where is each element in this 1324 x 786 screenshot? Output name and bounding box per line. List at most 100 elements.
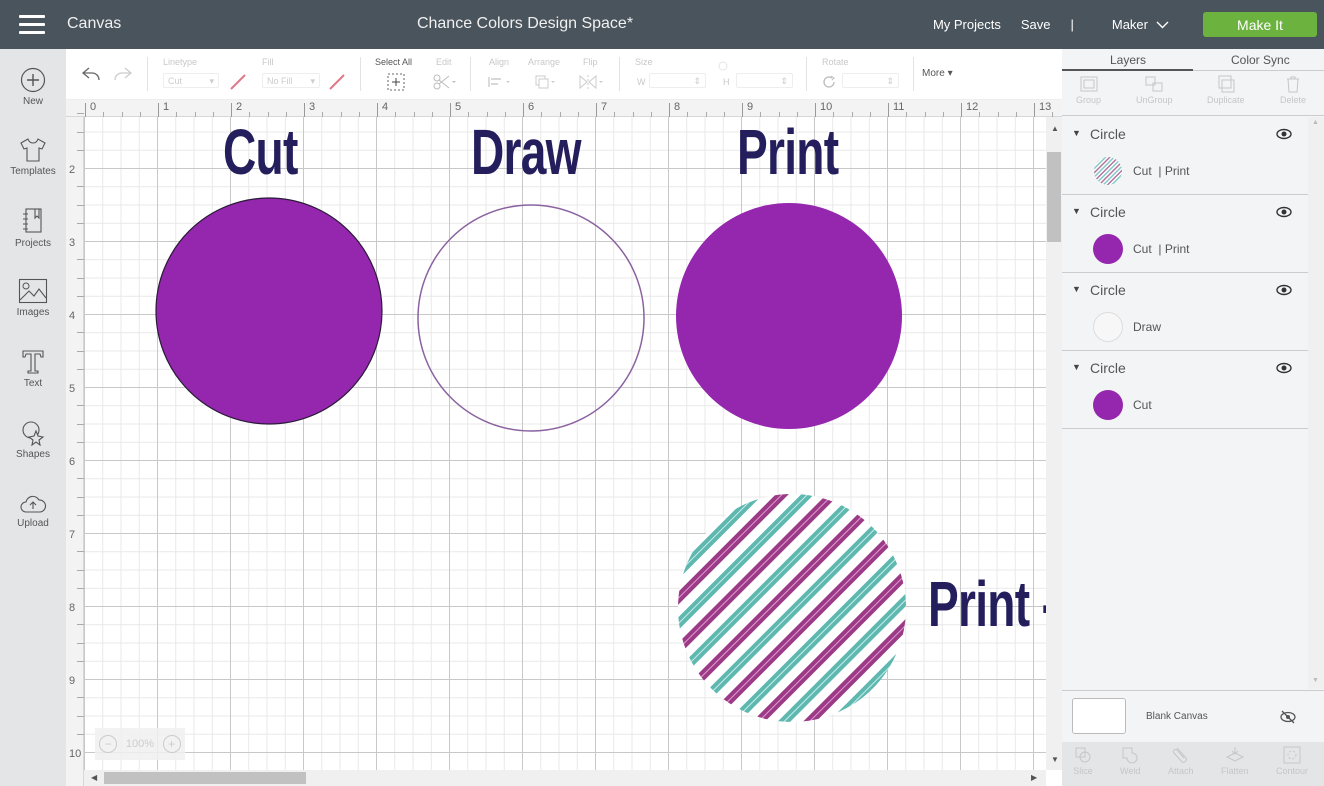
layer-item[interactable]: ▼ Circle Cut | Print	[1062, 195, 1308, 273]
caret-down-icon[interactable]: ▼	[1072, 362, 1081, 372]
ungroup-label: UnGroup	[1136, 95, 1173, 105]
select-all-icon[interactable]	[387, 73, 405, 91]
eye-icon[interactable]	[1276, 128, 1292, 140]
contour-button[interactable]: Contour	[1276, 746, 1308, 776]
layers-list: ▼ Circle Cut | Print ▼ Circle Cut | Prin…	[1062, 117, 1308, 429]
op-label: Cut	[1133, 242, 1152, 256]
nav-projects[interactable]: Projects	[0, 207, 66, 249]
weld-button[interactable]: Weld	[1120, 746, 1140, 776]
trash-icon	[1287, 76, 1299, 93]
scroll-up-arrow[interactable]: ▲	[1051, 124, 1059, 133]
flatten-icon	[1225, 747, 1244, 762]
layer-item[interactable]: ▼ Circle Draw	[1062, 273, 1308, 351]
attach-button[interactable]: Attach	[1168, 746, 1194, 776]
circle-print[interactable]	[676, 203, 902, 429]
rotate-input[interactable]: ⇕	[842, 73, 899, 88]
eye-icon[interactable]	[1276, 206, 1292, 218]
linetype-select[interactable]: Cut ▾	[163, 73, 219, 88]
layer-name: Circle	[1090, 360, 1126, 376]
make-it-button[interactable]: Make It	[1203, 12, 1317, 37]
caret-down-icon[interactable]: ▼	[1072, 284, 1081, 294]
op-label: Cut	[1133, 164, 1152, 178]
text-icon	[22, 350, 44, 374]
canvas-horizontal-scrollbar[interactable]: ◀ ▶	[84, 770, 1046, 786]
fill-select[interactable]: No Fill ▾	[262, 73, 320, 88]
nav-label: New	[22, 96, 43, 107]
linetype-label: Linetype	[163, 57, 198, 67]
duplicate-icon	[1218, 75, 1235, 93]
caret-down-icon[interactable]: ▼	[1072, 206, 1081, 216]
ruler-minor-tick	[77, 569, 84, 571]
tab-color-sync[interactable]: Color Sync	[1231, 53, 1290, 67]
layer-item[interactable]: ▼ Circle Cut | Print	[1062, 117, 1308, 195]
ruler-minor-tick	[77, 624, 84, 626]
flatten-button[interactable]: Flatten	[1221, 746, 1249, 776]
nav-upload[interactable]: Upload	[0, 493, 66, 529]
zoom-out-button[interactable]: −	[99, 735, 118, 753]
scroll-down-arrow[interactable]: ▼	[1051, 755, 1059, 764]
nav-text[interactable]: Text	[0, 349, 66, 389]
fill-color-swatch[interactable]	[328, 73, 346, 91]
canvas-color-swatch[interactable]	[1072, 698, 1126, 734]
eye-icon[interactable]	[1276, 362, 1292, 374]
canvas-vertical-scrollbar[interactable]: ▲ ▼	[1046, 117, 1062, 770]
op2-label: Print	[1164, 242, 1190, 256]
circle-print-pattern[interactable]	[674, 492, 914, 732]
delete-button[interactable]: Delete	[1280, 75, 1306, 105]
flip-icon[interactable]	[578, 74, 606, 90]
arrange-icon[interactable]	[534, 74, 560, 90]
nav-new[interactable]: New	[0, 67, 66, 107]
ungroup-button[interactable]: UnGroup	[1136, 75, 1173, 105]
scissors-icon[interactable]	[432, 73, 458, 91]
ruler-minor-tick	[77, 259, 84, 261]
ruler-minor-tick	[77, 496, 84, 498]
circle-cut[interactable]	[155, 197, 383, 425]
eye-hidden-icon[interactable]	[1280, 710, 1296, 724]
save-link[interactable]: Save	[1021, 17, 1051, 32]
linetype-color-swatch[interactable]	[229, 73, 247, 91]
caret-down-icon[interactable]: ▼	[1072, 128, 1081, 138]
width-input[interactable]: ⇕	[649, 73, 706, 88]
height-input[interactable]: ⇕	[736, 73, 793, 88]
nav-shapes[interactable]: Shapes	[0, 420, 66, 460]
ruler-major-tick	[961, 103, 962, 117]
tab-layers[interactable]: Layers	[1110, 53, 1146, 67]
align-icon[interactable]	[487, 75, 515, 89]
scroll-right-arrow[interactable]: ▶	[1031, 773, 1037, 782]
layers-scrollbar[interactable]: ▲ ▼	[1308, 117, 1324, 689]
group-button[interactable]: Group	[1076, 75, 1101, 105]
vertical-scroll-thumb[interactable]	[1047, 152, 1061, 242]
ruler-number: 1	[163, 101, 170, 113]
layer-item[interactable]: ▼ Circle Cut	[1062, 351, 1308, 429]
layers-panel: Layers Color Sync Group UnGroup Duplicat…	[1062, 49, 1324, 786]
layer-thumbnail	[1093, 234, 1123, 264]
plus-circle-icon	[20, 67, 46, 93]
contour-icon	[1283, 746, 1301, 764]
lock-icon[interactable]	[718, 61, 728, 71]
layers-scroll-up[interactable]: ▲	[1312, 119, 1319, 126]
ruler-number: 2	[69, 164, 76, 176]
ruler-number: 2	[236, 101, 243, 113]
circle-draw[interactable]	[417, 204, 645, 432]
eye-icon[interactable]	[1276, 284, 1292, 296]
redo-icon[interactable]	[113, 66, 133, 82]
layers-scroll-down[interactable]: ▼	[1312, 677, 1319, 684]
undo-icon[interactable]	[81, 66, 101, 82]
nav-images[interactable]: Images	[0, 278, 66, 318]
more-button[interactable]: More ▾	[922, 68, 953, 79]
machine-select[interactable]: Maker	[1112, 17, 1169, 32]
design-canvas[interactable]: Cut Draw Print Print - Pattern − 100% +	[84, 117, 1046, 770]
document-title-text: Chance Colors Design Space*	[416, 15, 634, 32]
zoom-in-button[interactable]: +	[162, 735, 181, 753]
nav-templates[interactable]: Templates	[0, 137, 66, 177]
ruler-minor-tick	[77, 222, 84, 224]
layer-thumbnail	[1094, 157, 1122, 185]
blank-canvas-row[interactable]: Blank Canvas	[1062, 690, 1324, 742]
notebook-icon	[23, 208, 42, 233]
my-projects-link[interactable]: My Projects	[933, 17, 1001, 32]
duplicate-button[interactable]: Duplicate	[1207, 75, 1245, 105]
horizontal-scroll-thumb[interactable]	[104, 772, 306, 784]
rotate-label: Rotate	[822, 57, 849, 67]
scroll-left-arrow[interactable]: ◀	[91, 773, 97, 782]
slice-button[interactable]: Slice	[1073, 746, 1093, 776]
